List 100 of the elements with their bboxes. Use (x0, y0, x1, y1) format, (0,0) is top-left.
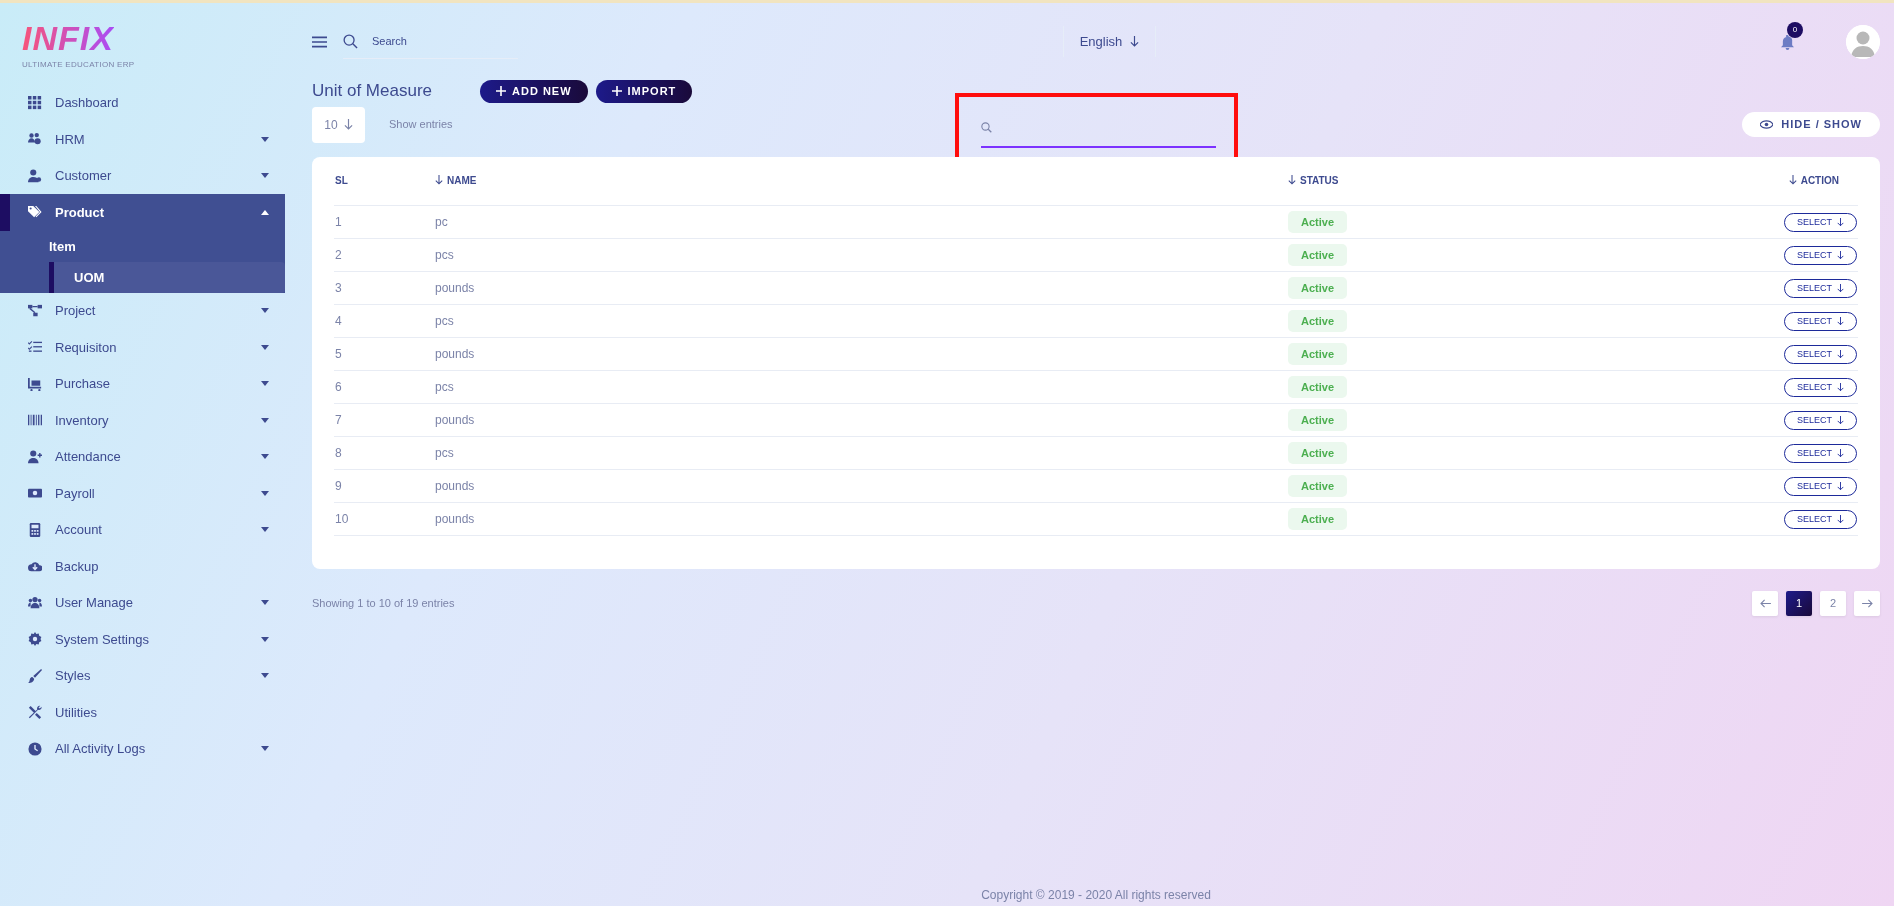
entries-summary: Showing 1 to 10 of 19 entries (312, 596, 455, 612)
page-button[interactable]: 2 (1820, 591, 1846, 616)
caret-down-icon (261, 344, 269, 350)
caret-down-icon (261, 136, 269, 142)
status-badge: Active (1288, 474, 1348, 498)
status-badge: Active (1288, 408, 1348, 432)
page-button[interactable]: 1 (1786, 591, 1812, 616)
show-entries-label: Show entries (389, 117, 453, 133)
caret-down-icon (261, 454, 269, 460)
table-cell: pc (435, 215, 448, 229)
hide-show-button[interactable]: HIDE / SHOW (1742, 112, 1880, 137)
status-badge: Active (1288, 276, 1348, 300)
select-button[interactable]: SELECT (1784, 245, 1857, 266)
language-dropdown[interactable]: English (1062, 25, 1157, 58)
arrow-down-icon (1130, 36, 1140, 47)
select-button[interactable]: SELECT (1784, 410, 1857, 431)
caret-down-icon (261, 490, 269, 496)
arrow-down-icon (343, 119, 353, 130)
submenu-item[interactable]: Item (0, 230, 285, 262)
page-size-select[interactable]: 10 (312, 106, 365, 143)
status-badge: Active (1288, 441, 1348, 465)
select-button[interactable]: SELECT (1784, 476, 1857, 497)
caret-down-icon (261, 308, 269, 314)
select-button[interactable]: SELECT (1784, 212, 1857, 233)
action-button[interactable]: ADD NEW (480, 80, 588, 103)
calculator-icon (28, 522, 42, 537)
arrow-down-icon (1837, 515, 1844, 524)
column-header[interactable]: ACTION (1788, 172, 1839, 188)
page-title: Unit of Measure (312, 81, 432, 102)
table-cell: 9 (335, 479, 342, 493)
arrow-down-icon (1837, 218, 1844, 227)
table-cell: 1 (335, 215, 342, 229)
logo-tagline: ULTIMATE EDUCATION ERP (22, 58, 135, 71)
select-button[interactable]: SELECT (1784, 377, 1857, 398)
status-badge: Active (1288, 342, 1348, 366)
select-button[interactable]: SELECT (1784, 311, 1857, 332)
sidebar-item[interactable]: User Manage (0, 584, 285, 621)
submenu-item[interactable]: UOM (49, 261, 285, 293)
column-header[interactable]: SL (335, 173, 348, 189)
sidebar-item[interactable]: Requisiton (0, 329, 285, 366)
arrow-down-icon (1837, 350, 1844, 359)
sidebar-item[interactable]: Inventory (0, 402, 285, 439)
table-cell: pounds (435, 512, 475, 526)
caret-down-icon (261, 173, 269, 179)
sidebar-item[interactable]: Styles (0, 657, 285, 694)
arrow-down-icon (1837, 317, 1844, 326)
table-cell: 3 (335, 281, 342, 295)
gear-icon (28, 632, 42, 647)
select-button[interactable]: SELECT (1784, 509, 1857, 530)
grid-icon (28, 95, 42, 110)
sidebar-item[interactable]: Project (0, 292, 285, 329)
select-button[interactable]: SELECT (1784, 344, 1857, 365)
table-cell: pounds (435, 413, 475, 427)
column-header[interactable]: NAME (435, 172, 477, 188)
table-cell: 10 (335, 512, 349, 526)
caret-down-icon (261, 600, 269, 606)
column-header[interactable]: STATUS (1288, 172, 1339, 188)
sidebar-item[interactable]: Payroll (0, 475, 285, 512)
select-button[interactable]: SELECT (1784, 443, 1857, 464)
search-icon (343, 33, 358, 49)
eye-icon (1760, 120, 1774, 129)
sort-arrow-icon (1788, 175, 1797, 185)
sidebar-item[interactable]: HRM (0, 121, 285, 158)
sidebar-item[interactable]: Product (0, 194, 285, 231)
sidebar-item[interactable]: Purchase (0, 365, 285, 402)
sidebar-item[interactable]: Customer (0, 157, 285, 194)
arrow-down-icon (1837, 482, 1844, 491)
menu-icon[interactable] (312, 35, 327, 48)
sort-arrow-icon (1288, 175, 1296, 185)
select-button[interactable]: SELECT (1784, 278, 1857, 299)
sidebar-item[interactable]: Utilities (0, 694, 285, 731)
arrow-right-icon (1861, 599, 1873, 608)
table-cell: pcs (435, 248, 454, 262)
table-cell: 6 (335, 380, 342, 394)
caret-down-icon (261, 673, 269, 679)
table-cell: pounds (435, 281, 475, 295)
sidebar-item[interactable]: All Activity Logs (0, 730, 285, 767)
sidebar-item[interactable]: System Settings (0, 621, 285, 658)
status-badge: Active (1288, 507, 1348, 531)
sidebar-item[interactable]: Backup (0, 548, 285, 585)
bell-icon (1781, 34, 1794, 50)
brush-icon (28, 668, 42, 683)
caret-down-icon (261, 746, 269, 752)
users-icon (28, 595, 42, 610)
table-cell: pcs (435, 380, 454, 394)
search-field[interactable]: Search (370, 31, 490, 51)
table-cell: pcs (435, 314, 454, 328)
action-button[interactable]: IMPORT (595, 80, 693, 103)
table-cell: 5 (335, 347, 342, 361)
sidebar-item[interactable]: Account (0, 511, 285, 548)
search-icon (980, 122, 992, 133)
arrow-down-icon (1837, 449, 1844, 458)
previous-page-button[interactable] (1752, 591, 1778, 616)
sidebar-item[interactable]: Attendance (0, 438, 285, 475)
arrow-down-icon (1837, 383, 1844, 392)
people-gear-icon (28, 132, 42, 147)
caret-up-icon (261, 209, 269, 215)
status-badge: Active (1288, 375, 1348, 399)
sidebar-item[interactable]: Dashboard (0, 84, 285, 121)
next-page-button[interactable] (1854, 591, 1880, 616)
